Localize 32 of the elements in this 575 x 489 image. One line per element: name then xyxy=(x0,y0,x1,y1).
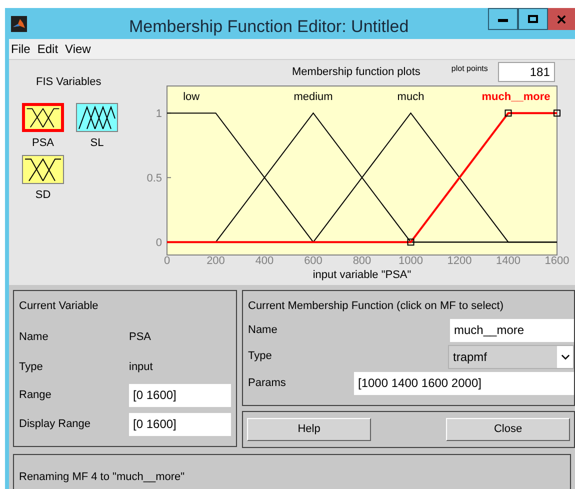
field-label: Display Range xyxy=(19,416,92,432)
field-label: Type xyxy=(19,360,44,375)
field-label: Params xyxy=(248,376,287,391)
field-label: Name xyxy=(19,330,50,344)
y-tick-label: 1 xyxy=(156,108,162,120)
status-message: Renaming MF 4 to "much__more" xyxy=(19,471,185,483)
panel-title: Current Variable xyxy=(19,299,100,314)
y-tick-label: 0.5 xyxy=(146,172,162,185)
x-tick-label: 1400 xyxy=(496,255,520,267)
x-tick-label: 0 xyxy=(164,255,170,267)
plot-title: Membership function plots xyxy=(292,64,420,80)
plot-points-label: plot points xyxy=(451,63,488,75)
x-tick-label: 800 xyxy=(352,255,372,267)
x-tick-label: 200 xyxy=(206,255,225,267)
x-tick-label: 1600 xyxy=(544,255,570,267)
window-title: Membership Function Editor: Untitled xyxy=(129,16,409,38)
field-label: Name xyxy=(248,322,278,338)
variable-label: SL xyxy=(90,136,104,150)
y-tick-label: 0 xyxy=(156,237,162,250)
variable-label: SD xyxy=(35,188,51,203)
field-label: Range xyxy=(19,388,52,403)
panel-title: Current Membership Function (click on MF to select) xyxy=(248,299,505,314)
variable-label: PSA xyxy=(32,136,54,150)
section-heading: FIS Variables xyxy=(36,75,102,90)
variable-name: PSA xyxy=(129,330,152,344)
x-tick-label: 1000 xyxy=(398,255,423,267)
x-tick-label: 1200 xyxy=(447,255,472,267)
variable-type: input xyxy=(129,360,153,375)
x-tick-label: 400 xyxy=(255,255,274,267)
field-label: Type xyxy=(248,349,273,364)
x-axis-label: input variable "PSA" xyxy=(312,269,412,281)
x-tick-label: 600 xyxy=(304,255,322,267)
